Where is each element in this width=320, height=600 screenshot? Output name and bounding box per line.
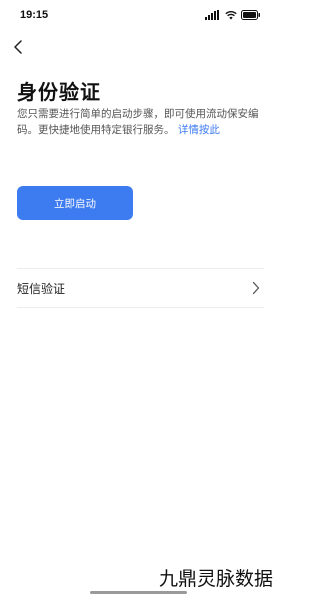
description: 您只需要进行简单的启动步骤，即可使用流动保安编码。更快捷地使用特定银行服务。 详…: [17, 106, 263, 138]
chevron-right-icon: [252, 281, 264, 295]
wifi-icon: [225, 5, 237, 24]
battery-icon: [241, 5, 261, 24]
watermark: 九鼎灵脉数据: [158, 568, 273, 590]
start-button[interactable]: 立即启动: [17, 186, 133, 220]
back-button[interactable]: [8, 38, 28, 58]
chevron-left-icon: [13, 39, 23, 58]
status-time: 19:15: [20, 9, 49, 21]
signal-icon: [205, 5, 221, 24]
detail-link[interactable]: 详情按此: [178, 124, 220, 136]
home-indicator: [90, 591, 187, 594]
status-bar: 19:15: [0, 0, 277, 28]
status-icons: [205, 9, 261, 20]
sms-verification-label: 短信验证: [17, 281, 66, 296]
page-title: 身份验证: [17, 80, 101, 104]
description-text: 您只需要进行简单的启动步骤，即可使用流动保安编码。更快捷地使用特定银行服务。: [17, 108, 259, 136]
sms-verification-row[interactable]: 短信验证: [17, 269, 264, 307]
divider: [17, 307, 264, 308]
